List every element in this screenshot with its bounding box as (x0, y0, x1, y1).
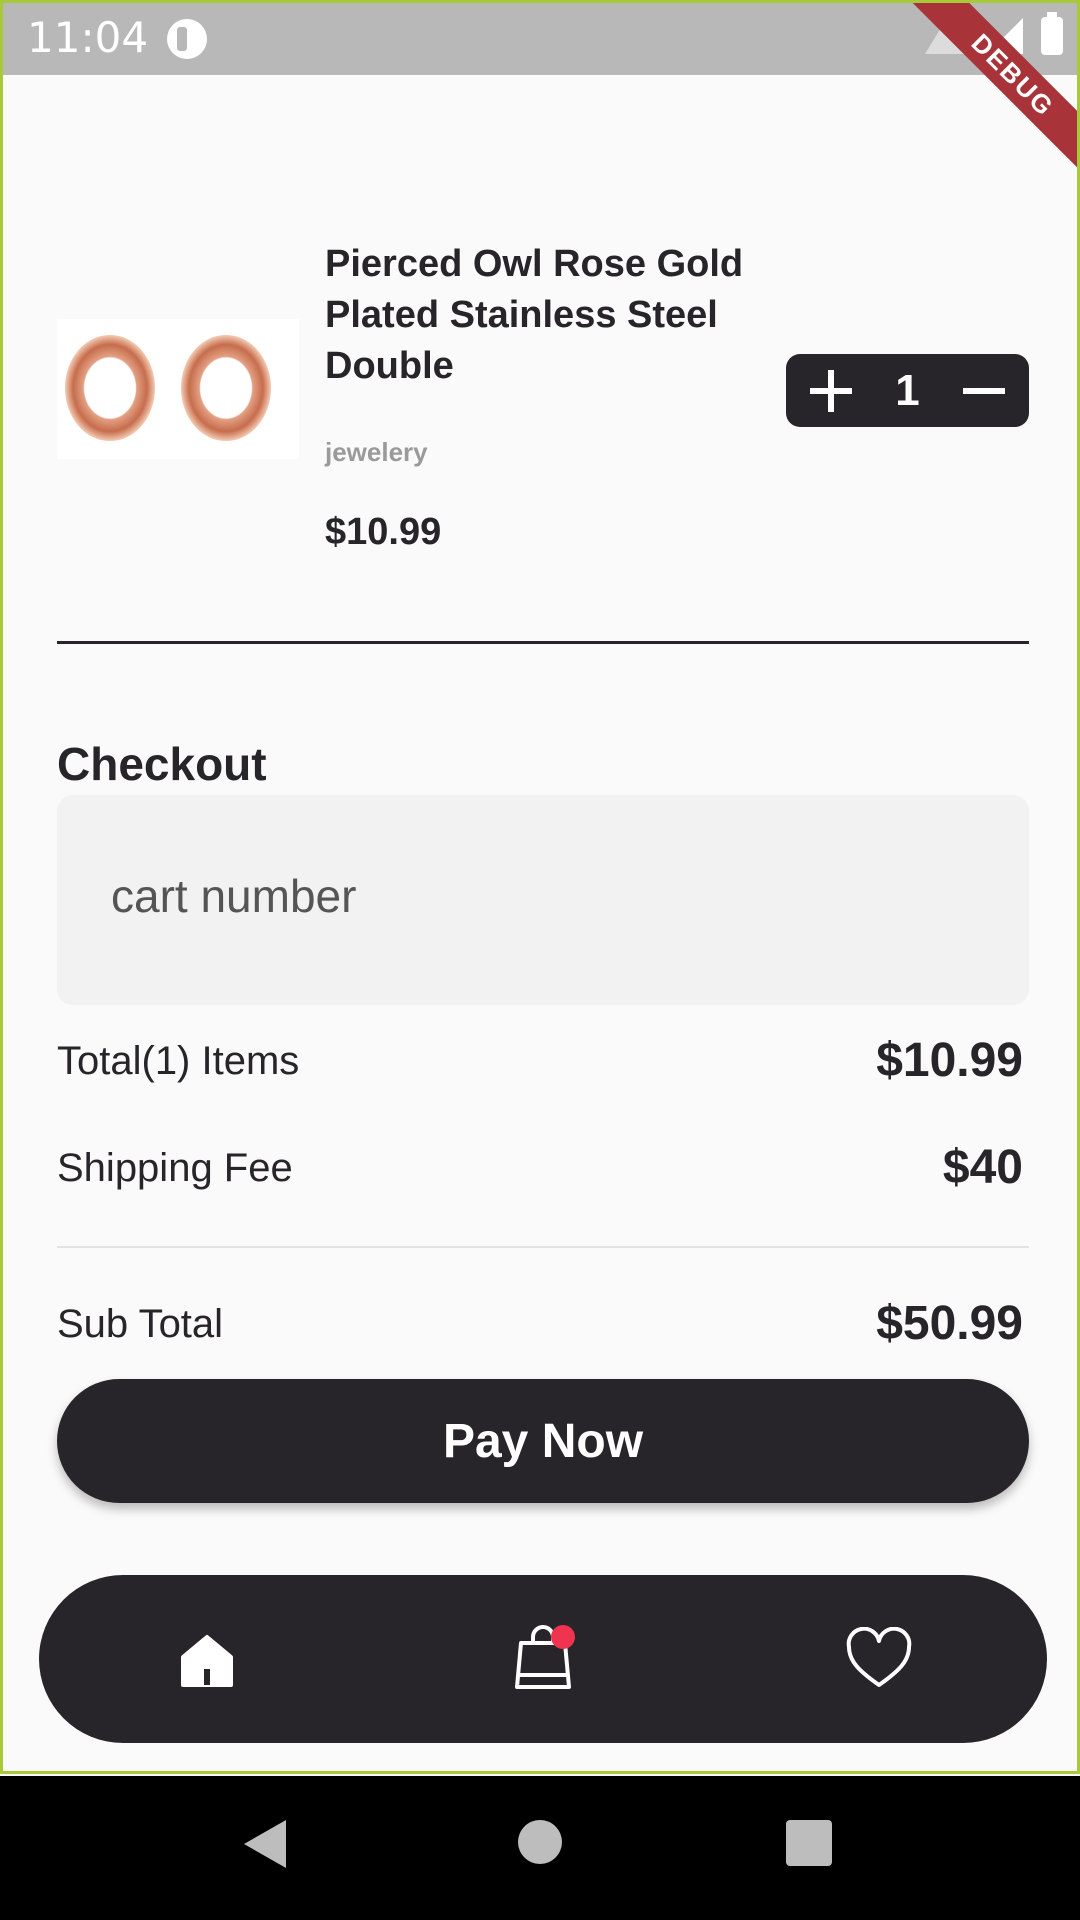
nav-favorites[interactable] (829, 1609, 929, 1709)
cart-item: Pierced Owl Rose Gold Plated Stainless S… (57, 239, 1029, 579)
quantity-value: 1 (895, 365, 920, 415)
product-price: $10.99 (325, 511, 442, 553)
divider (57, 641, 1029, 644)
home-circle-icon[interactable] (518, 1820, 562, 1864)
system-navigation-bar (0, 1776, 1080, 1920)
product-category: jewelery (325, 437, 428, 467)
app-notification-icon (167, 19, 207, 59)
product-title: Pierced Owl Rose Gold Plated Stainless S… (325, 243, 744, 387)
total-items-value: $10.99 (876, 1034, 1023, 1087)
app-frame: 11:04 DEBUG Pierced Owl Rose Gold Plated… (0, 0, 1080, 1774)
shipping-fee-value: $40 (942, 1141, 1023, 1194)
subtotal-label: Sub Total (57, 1302, 224, 1346)
divider (57, 1246, 1029, 1248)
total-items-label: Total(1) Items (57, 1039, 300, 1083)
home-icon (181, 1635, 233, 1687)
shipping-fee-label: Shipping Fee (57, 1146, 293, 1190)
ring-image (181, 335, 271, 441)
pay-now-button[interactable]: Pay Now (57, 1379, 1029, 1503)
quantity-stepper: 1 (786, 354, 1029, 427)
recents-icon[interactable] (786, 1820, 832, 1866)
nav-cart[interactable] (493, 1609, 593, 1709)
plus-icon[interactable] (806, 366, 856, 416)
minus-icon[interactable] (959, 366, 1009, 416)
status-bar: 11:04 (3, 3, 1077, 75)
cart-number-input[interactable]: cart number (57, 795, 1029, 1005)
subtotal-value: $50.99 (876, 1297, 1023, 1350)
back-icon[interactable] (244, 1820, 286, 1868)
cart-badge (551, 1625, 575, 1649)
nav-home[interactable] (157, 1609, 257, 1709)
ring-image (65, 335, 155, 441)
checkout-title: Checkout (57, 738, 267, 790)
product-image[interactable] (57, 319, 299, 459)
battery-icon (1041, 12, 1063, 55)
cart-number-placeholder: cart number (111, 870, 357, 922)
status-time: 11:04 (27, 13, 149, 62)
bottom-navigation (39, 1575, 1047, 1743)
heart-icon (846, 1627, 912, 1687)
